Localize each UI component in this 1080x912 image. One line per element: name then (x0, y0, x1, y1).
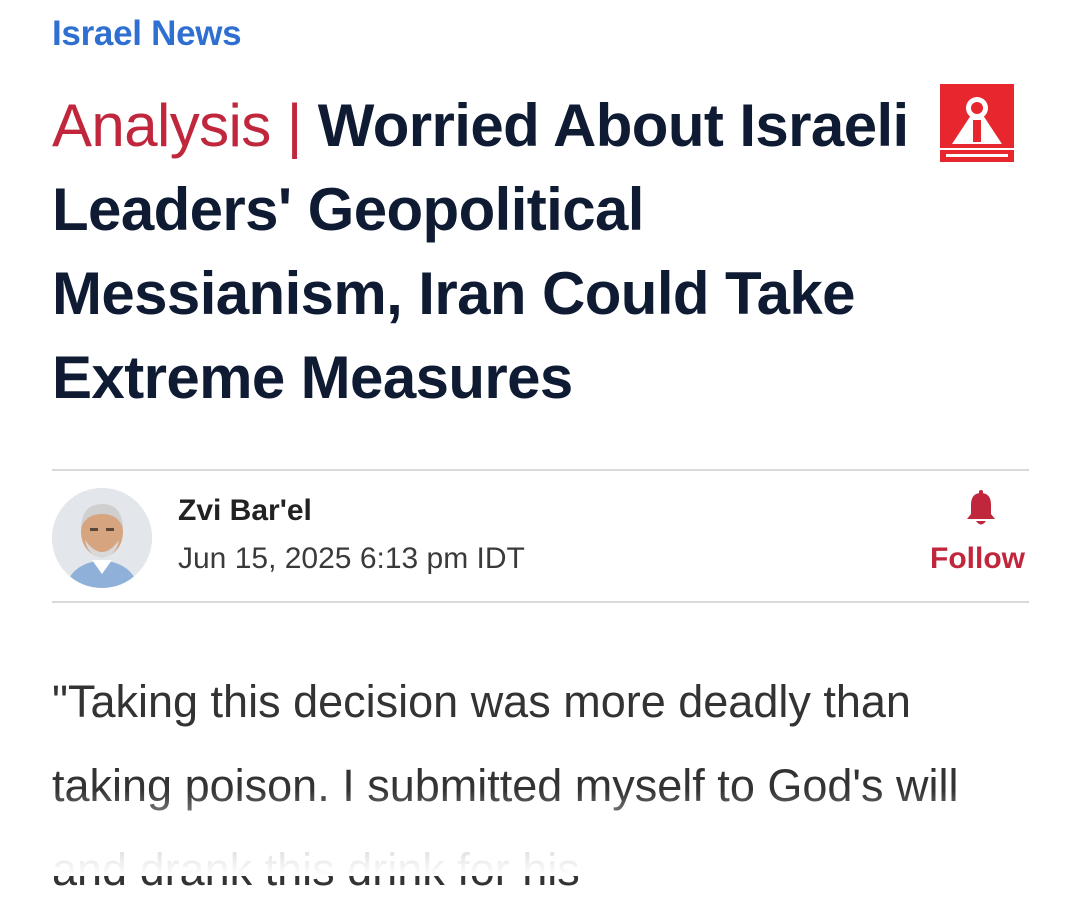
kicker-separator: | (286, 92, 303, 159)
follow-label: Follow (930, 542, 1025, 575)
channel-logo-icon (940, 84, 1014, 162)
byline-divider-bottom (52, 601, 1029, 603)
byline-divider-top (52, 469, 1029, 471)
channel-logo-watermark (940, 84, 1014, 164)
article-lead-paragraph: "Taking this decision was more deadly th… (52, 676, 959, 895)
article-headline[interactable]: Analysis | Worried About Israeli Leaders… (52, 84, 952, 420)
author-portrait-icon (52, 488, 152, 588)
bell-icon (967, 490, 995, 525)
author-name-link[interactable]: Zvi Bar'el (178, 494, 312, 528)
analysis-kicker: Analysis (52, 92, 271, 159)
follow-author-button[interactable]: Follow (930, 490, 1030, 580)
author-avatar[interactable] (52, 488, 152, 588)
section-link-israel-news[interactable]: Israel News (52, 14, 242, 54)
publish-date: Jun 15, 2025 6:13 pm IDT (178, 542, 525, 575)
